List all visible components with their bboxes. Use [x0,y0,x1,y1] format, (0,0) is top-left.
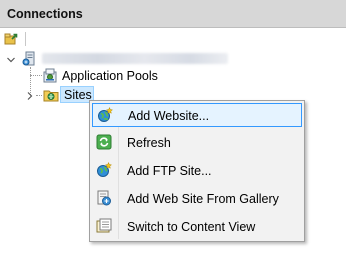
tree-connector [36,95,42,96]
add-website-icon [97,106,114,123]
sites-context-menu: Add Website... Refresh Add FTP Site... A… [89,100,305,242]
content-view-icon [96,218,112,234]
menu-item-add-website[interactable]: Add Website... [92,103,302,127]
connections-pane: Connections Application Pools Sites Add … [0,0,346,257]
menu-item-label: Add FTP Site... [127,164,212,178]
menu-item-label: Add Website... [128,109,210,123]
menu-item-add-web-site-from-gallery[interactable]: Add Web Site From Gallery [92,187,302,211]
server-icon [22,51,38,67]
menu-item-label: Switch to Content View [127,220,256,234]
menu-item-add-ftp-site[interactable]: Add FTP Site... [92,159,302,183]
chevron-right-icon[interactable] [25,91,35,101]
panel-title: Connections [7,7,83,21]
connections-toolbar [0,28,346,48]
app-pools-icon [42,67,58,83]
sites-folder-icon [43,87,59,103]
refresh-icon [96,134,112,150]
menu-item-label: Add Web Site From Gallery [127,192,279,206]
chevron-down-icon[interactable] [6,55,16,65]
add-ftp-site-icon [96,161,113,178]
menu-item-label: Refresh [127,136,171,150]
tree-node-application-pools[interactable]: Application Pools [62,69,158,83]
tree-node-sites[interactable]: Sites [64,88,92,102]
connections-header: Connections [0,0,346,28]
menu-item-refresh[interactable]: Refresh [92,131,302,155]
menu-item-switch-to-content-view[interactable]: Switch to Content View [92,215,302,239]
server-name-redacted[interactable] [42,53,228,64]
tree-connector [30,75,42,76]
gallery-icon [96,190,112,206]
connect-icon[interactable] [3,29,21,47]
toolbar-separator [25,32,26,46]
